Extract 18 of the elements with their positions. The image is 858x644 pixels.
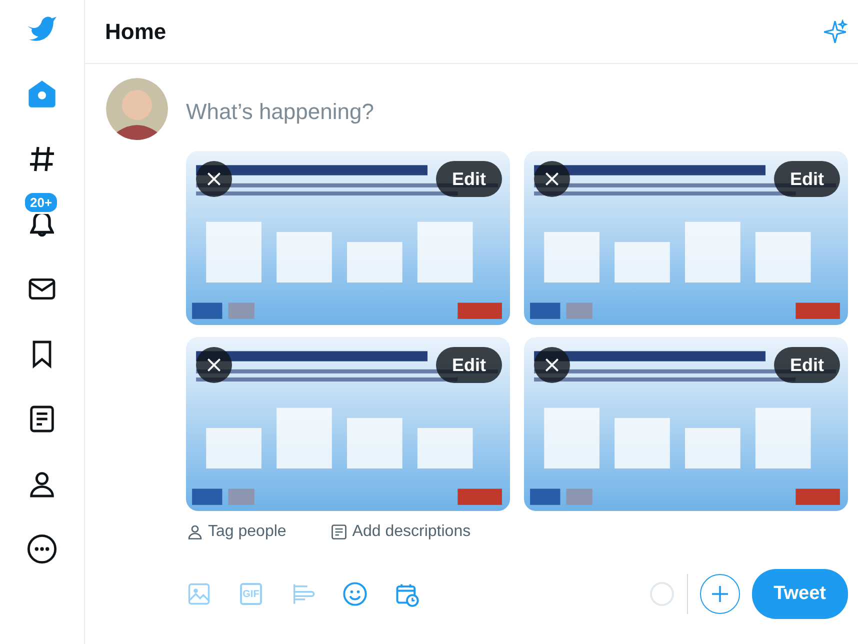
smiley-icon [342,581,368,607]
home-icon [26,78,58,110]
tag-people-button[interactable]: Tag people [186,523,286,541]
image-icon [186,581,212,607]
progress-ring-icon [648,581,675,607]
more-icon [26,533,58,565]
person-icon [186,523,204,541]
document-icon [330,523,348,541]
page-title: Home [105,18,166,44]
toolbar-button[interactable] [342,581,368,607]
avatar[interactable] [106,78,168,140]
notification-badge: 20+ [23,191,60,214]
bell-icon [30,211,54,237]
add-button[interactable] [700,574,740,614]
nav-item[interactable] [25,532,59,566]
sparkle-icon[interactable] [822,18,848,44]
add-descriptions-button[interactable]: Add descriptions [330,523,471,541]
tweet-input[interactable]: What’s happening? [186,78,848,132]
